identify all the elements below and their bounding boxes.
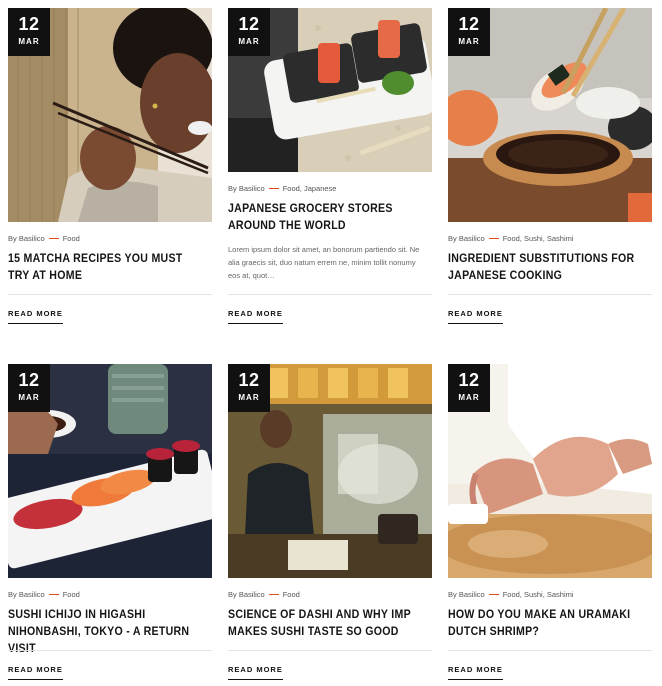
date-badge: 12 MAR (448, 364, 490, 412)
card-divider (228, 650, 432, 651)
post-author[interactable]: By Basilico (228, 590, 265, 599)
date-day: 12 (458, 370, 480, 390)
date-month: MAR (238, 37, 260, 46)
date-day: 12 (458, 14, 480, 34)
post-meta: By Basilico Food (8, 590, 212, 600)
post-card: 12 MAR By Basilico Food, Sushi, Sashimi H… (448, 364, 652, 680)
date-month: MAR (238, 393, 260, 402)
post-thumbnail[interactable]: 12 MAR (8, 8, 212, 222)
post-author[interactable]: By Basilico (228, 184, 265, 193)
post-meta: By Basilico Food (8, 234, 212, 244)
post-title[interactable]: Science Of Dashi And Why IMP Makes Sushi… (228, 607, 426, 641)
post-card: 12 MAR By Basilico Food Science Of Dashi … (228, 364, 432, 680)
post-categories[interactable]: Food (283, 590, 300, 599)
date-badge: 12 MAR (448, 8, 490, 56)
post-excerpt: Lorem ipsum dolor sit amet, an bonorum p… (228, 245, 420, 280)
date-day: 12 (238, 14, 260, 34)
blog-grid: 12 MAR By Basilico Food 15 Matcha Recipes… (0, 0, 662, 686)
date-day: 12 (18, 14, 40, 34)
meta-separator (488, 238, 499, 240)
date-day: 12 (238, 370, 260, 390)
post-meta: By Basilico Food, Sushi, Sashimi (448, 234, 652, 244)
date-badge: 12 MAR (228, 364, 270, 412)
date-day: 12 (18, 370, 40, 390)
read-more-link[interactable]: READ MORE (8, 309, 63, 324)
date-month: MAR (18, 393, 40, 402)
post-categories[interactable]: Food (63, 590, 80, 599)
post-card: 12 MAR By Basilico Food, Sushi, Sashimi I… (448, 8, 652, 324)
post-thumbnail[interactable]: 12 MAR (448, 364, 652, 578)
read-more-link[interactable]: READ MORE (228, 665, 283, 680)
post-card: 12 MAR By Basilico Food Sushi Ichijo In H… (8, 364, 212, 680)
post-title[interactable]: Japanese Grocery Stores Around The World (228, 201, 426, 235)
post-categories[interactable]: Food, Sushi, Sashimi (503, 234, 574, 243)
post-categories[interactable]: Food, Japanese (283, 184, 337, 193)
date-month: MAR (458, 37, 480, 46)
read-more-link[interactable]: READ MORE (448, 665, 503, 680)
post-author[interactable]: By Basilico (448, 590, 485, 599)
post-title[interactable]: 15 Matcha Recipes You Must Try At Home (8, 251, 206, 285)
date-badge: 12 MAR (8, 8, 50, 56)
meta-separator (268, 188, 279, 190)
meta-separator (48, 594, 59, 596)
post-meta: By Basilico Food, Japanese (228, 184, 432, 194)
post-thumbnail[interactable]: 12 MAR (448, 8, 652, 222)
post-meta: By Basilico Food (228, 590, 432, 600)
card-divider (228, 294, 432, 295)
post-card: 12 MAR By Basilico Food 15 Matcha Recipes… (8, 8, 212, 324)
post-title[interactable]: How Do You Make An Uramaki Dutch Shrimp? (448, 607, 646, 641)
card-divider (8, 294, 212, 295)
card-divider (8, 650, 212, 651)
date-badge: 12 MAR (8, 364, 50, 412)
post-thumbnail[interactable]: 12 MAR (228, 364, 432, 578)
read-more-link[interactable]: READ MORE (8, 665, 63, 680)
meta-separator (48, 238, 59, 240)
post-thumbnail[interactable]: 12 MAR (228, 8, 432, 172)
post-thumbnail[interactable]: 12 MAR (8, 364, 212, 578)
read-more-link[interactable]: READ MORE (228, 309, 283, 324)
meta-separator (268, 594, 279, 596)
post-author[interactable]: By Basilico (448, 234, 485, 243)
post-author[interactable]: By Basilico (8, 590, 45, 599)
date-month: MAR (18, 37, 40, 46)
post-meta: By Basilico Food, Sushi, Sashimi (448, 590, 652, 600)
card-divider (448, 650, 652, 651)
meta-separator (488, 594, 499, 596)
post-card: 12 MAR By Basilico Food, Japanese Japanes… (228, 8, 432, 324)
post-author[interactable]: By Basilico (8, 234, 45, 243)
card-divider (448, 294, 652, 295)
date-badge: 12 MAR (228, 8, 270, 56)
post-categories[interactable]: Food, Sushi, Sashimi (503, 590, 574, 599)
date-month: MAR (458, 393, 480, 402)
read-more-link[interactable]: READ MORE (448, 309, 503, 324)
post-categories[interactable]: Food (63, 234, 80, 243)
post-title[interactable]: Ingredient Substitutions For Japanese Co… (448, 251, 646, 285)
